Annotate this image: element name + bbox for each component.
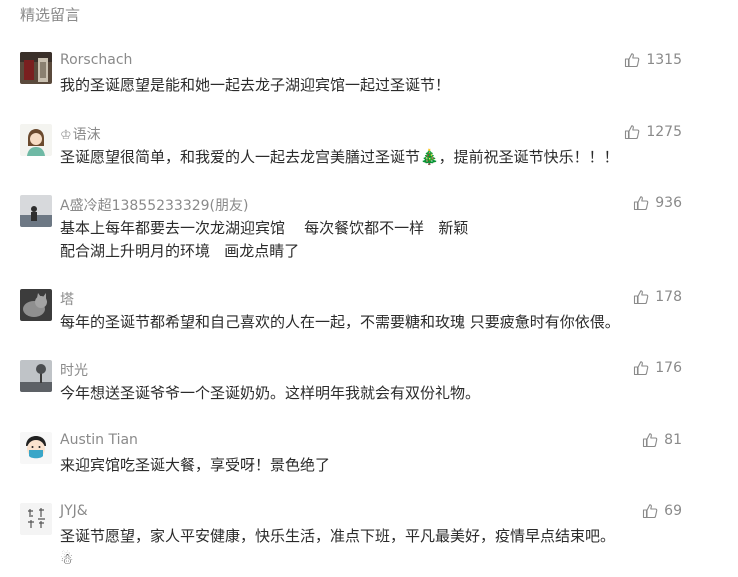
- avatar-tree-landscape-image: [20, 360, 52, 392]
- avatar[interactable]: [20, 503, 52, 535]
- avatar[interactable]: [20, 289, 52, 321]
- crown-icon: ♔: [60, 128, 72, 143]
- comment-line: 配合湖上升明月的环境 画龙点睛了: [60, 242, 300, 260]
- like-count: 178: [655, 289, 682, 305]
- snowman-icon: ☃: [60, 550, 74, 568]
- comment-content: 圣诞愿望很简单，和我爱的人一起去龙宫美膳过圣诞节🎄，提前祝圣诞节快乐！！！: [60, 146, 690, 169]
- like-button[interactable]: 81: [642, 432, 682, 448]
- thumbs-up-icon: [634, 290, 649, 305]
- avatar[interactable]: [20, 432, 52, 464]
- like-count: 69: [664, 503, 682, 519]
- avatar-masked-cartoon-image: [20, 432, 52, 464]
- like-count: 1275: [646, 124, 682, 140]
- comment-author[interactable]: Austin Tian: [60, 432, 138, 448]
- comment-content: 基本上每年都要去一次龙湖迎宾馆 每次餐饮都不一样 新颖 配合湖上升明月的环境 画…: [60, 217, 690, 263]
- thumbs-up-icon: [634, 361, 649, 376]
- comment-author[interactable]: A盛冷超13855233329(朋友): [60, 195, 248, 215]
- comment-author[interactable]: ♔语沫: [60, 124, 101, 144]
- comment-line: 今年想送圣诞爷爷一个圣诞奶奶。这样明年我就会有双份礼物。: [60, 384, 481, 402]
- thumbs-up-icon: [643, 433, 658, 448]
- section-title: 精选留言: [20, 6, 81, 24]
- comment-content: 来迎宾馆吃圣诞大餐，享受呀！景色绝了: [60, 454, 690, 477]
- comment-content: 每年的圣诞节都希望和自己喜欢的人在一起，不需要糖和玫瑰 只要疲惫时有你依偎。: [60, 311, 690, 334]
- avatar-cartoon-girl-image: [20, 124, 52, 156]
- like-button[interactable]: 176: [633, 360, 682, 376]
- like-button[interactable]: 936: [633, 195, 682, 211]
- avatar-calligraphy-image: [20, 503, 52, 535]
- avatar[interactable]: [20, 124, 52, 156]
- avatar-rorschach-image: [20, 52, 52, 84]
- comment-line: 圣诞节愿望，家人平安健康，快乐生活，准点下班，平凡最美好，疫情早点结束吧。: [60, 527, 616, 545]
- like-count: 176: [655, 360, 682, 376]
- comment-author-name: 语沫: [72, 127, 101, 143]
- avatar[interactable]: [20, 360, 52, 392]
- like-button[interactable]: 1275: [624, 124, 682, 140]
- comment-author[interactable]: Rorschach: [60, 52, 132, 68]
- comment-line: 圣诞愿望很简单，和我爱的人一起去龙宫美膳过圣诞节🎄，提前祝圣诞节快乐！！！: [60, 148, 619, 166]
- avatar[interactable]: [20, 52, 52, 84]
- comment-content: 圣诞节愿望，家人平安健康，快乐生活，准点下班，平凡最美好，疫情早点结束吧。 ☃: [60, 525, 690, 571]
- comment-line: 来迎宾馆吃圣诞大餐，享受呀！景色绝了: [60, 456, 331, 474]
- like-count: 1315: [646, 52, 682, 68]
- comment-content: 我的圣诞愿望是能和她一起去龙子湖迎宾馆一起过圣诞节！: [60, 74, 690, 97]
- comment-line: 每年的圣诞节都希望和自己喜欢的人在一起，不需要糖和玫瑰 只要疲惫时有你依偎。: [60, 313, 620, 331]
- comment-author[interactable]: 时光: [60, 360, 88, 380]
- thumbs-up-icon: [643, 504, 658, 519]
- avatar-lakeside-image: [20, 195, 52, 227]
- like-count: 81: [664, 432, 682, 448]
- comment-author[interactable]: 塔: [60, 289, 74, 309]
- comment-content: 今年想送圣诞爷爷一个圣诞奶奶。这样明年我就会有双份礼物。: [60, 382, 690, 405]
- comment-author[interactable]: JYJ&: [60, 503, 88, 519]
- comment-line: 我的圣诞愿望是能和她一起去龙子湖迎宾馆一起过圣诞节！: [60, 76, 451, 94]
- comment-line: 基本上每年都要去一次龙湖迎宾馆 每次餐饮都不一样 新颖: [60, 219, 469, 237]
- like-count: 936: [655, 195, 682, 211]
- thumbs-up-icon: [625, 53, 640, 68]
- like-button[interactable]: 1315: [624, 52, 682, 68]
- avatar[interactable]: [20, 195, 52, 227]
- like-button[interactable]: 69: [642, 503, 682, 519]
- like-button[interactable]: 178: [633, 289, 682, 305]
- thumbs-up-icon: [634, 196, 649, 211]
- thumbs-up-icon: [625, 125, 640, 140]
- avatar-cat-image: [20, 289, 52, 321]
